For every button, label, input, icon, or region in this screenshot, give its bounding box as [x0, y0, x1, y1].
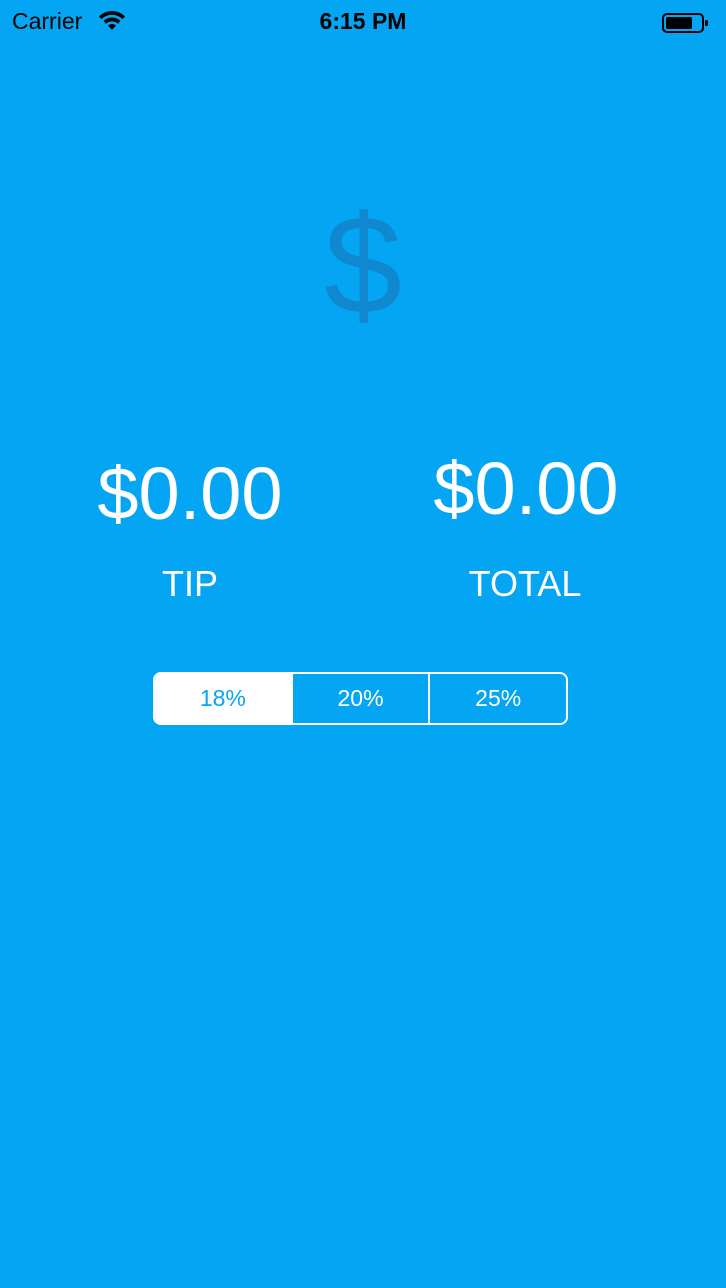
- tip-percentage-segmented-control[interactable]: 18% 20% 25%: [153, 672, 568, 725]
- segment-18-percent[interactable]: 18%: [155, 674, 291, 723]
- battery-icon: [662, 13, 708, 33]
- total-label: TOTAL: [468, 563, 582, 604]
- tip-calculator-screen: Carrier 6:15 PM $ $0.00 $0.00 TIP TOTAL …: [0, 0, 726, 1288]
- tip-amount: $0.00: [97, 452, 283, 535]
- tip-label: TIP: [161, 563, 218, 604]
- segment-20-percent[interactable]: 20%: [290, 674, 429, 723]
- status-bar: Carrier 6:15 PM: [0, 0, 726, 44]
- dollar-sign-icon: $: [324, 186, 402, 343]
- total-amount: $0.00: [433, 447, 619, 530]
- segment-25-percent[interactable]: 25%: [428, 674, 566, 723]
- clock-time: 6:15 PM: [319, 8, 407, 34]
